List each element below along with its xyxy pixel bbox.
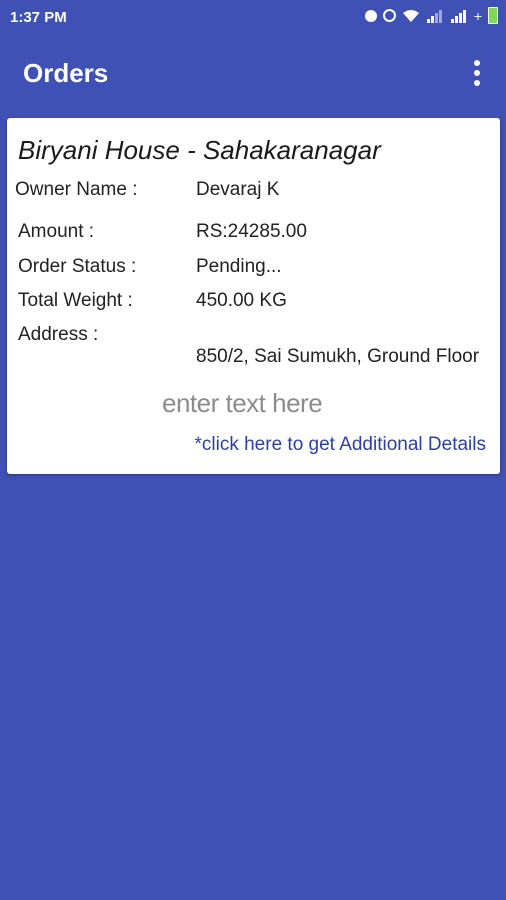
alarm-icon — [382, 9, 396, 22]
plus-icon: + — [473, 7, 482, 24]
address-value: 850/2, Sai Sumukh, Ground Floor — [196, 346, 480, 367]
app-toolbar: Orders — [0, 36, 506, 114]
owner-label: Owner Name : — [15, 179, 138, 200]
total-weight-value: 450.00 KG — [196, 290, 287, 311]
order-status-value: Pending... — [196, 256, 282, 277]
status-bar: 1:37 PM + — [0, 0, 506, 36]
signal-icon — [426, 9, 442, 23]
total-weight-label: Total Weight : — [18, 290, 133, 311]
battery-icon — [488, 7, 498, 24]
additional-details-link[interactable]: *click here to get Additional Details — [195, 434, 487, 456]
restaurant-name: Biryani House - Sahakaranagar — [18, 135, 381, 165]
signal-icon — [450, 9, 466, 23]
owner-value: Devaraj K — [196, 179, 280, 200]
wifi-icon — [402, 9, 419, 22]
address-label: Address : — [18, 324, 99, 345]
status-icons: + — [364, 7, 498, 24]
status-time: 1:37 PM — [10, 9, 67, 26]
more-vert-icon[interactable] — [470, 60, 484, 88]
placeholder-overlay-text: enter text here — [162, 388, 323, 418]
order-card[interactable]: Biryani House - Sahakaranagar Owner Name… — [7, 118, 500, 474]
circle-icon — [364, 9, 377, 22]
amount-label: Amount : — [18, 221, 95, 242]
page-title: Orders — [23, 58, 109, 88]
amount-value: RS:24285.00 — [196, 221, 307, 242]
order-status-label: Order Status : — [18, 256, 137, 277]
